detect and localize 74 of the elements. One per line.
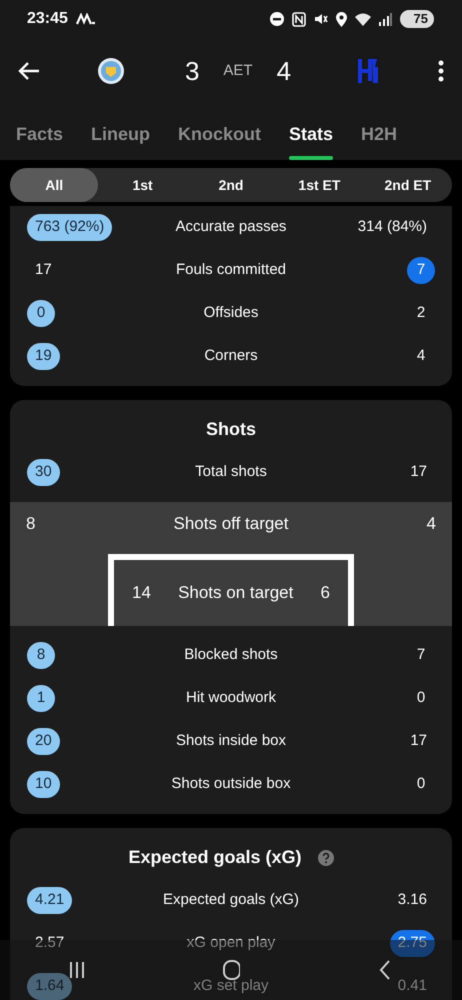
- home-icon: [222, 959, 240, 981]
- notification-icon: [76, 13, 96, 25]
- tab[interactable]: Facts: [16, 115, 64, 160]
- recent-apps-icon: [68, 959, 86, 981]
- stat-value: 0: [27, 300, 55, 327]
- stat-label: xG set play: [192, 976, 270, 996]
- tab[interactable]: H2H: [361, 115, 398, 160]
- stat-value: 6: [320, 582, 330, 604]
- stat-value: 7: [416, 645, 426, 666]
- stat-label: Blocked shots: [183, 645, 279, 666]
- stat-label: Shots off target: [172, 513, 290, 536]
- mute-icon: [314, 12, 328, 26]
- stat-label: Accurate passes: [174, 217, 288, 238]
- stat-value: 17: [409, 462, 428, 482]
- stat-value: 314 (84%): [356, 217, 428, 238]
- stat-value: 0: [416, 688, 426, 708]
- stat-value: 19: [27, 343, 60, 370]
- stat-label: Shots inside box: [174, 731, 288, 752]
- stat-value: 30: [27, 459, 60, 486]
- section-title: Shots: [206, 418, 256, 441]
- tab[interactable]: Lineup: [91, 115, 150, 160]
- stat-value: 1: [27, 685, 55, 712]
- battery-icon: 75: [400, 10, 434, 28]
- stat-value: 4: [426, 513, 436, 536]
- stat-label: Shots on target: [177, 582, 294, 604]
- home-score: 3: [184, 54, 200, 88]
- stat-value: 0: [416, 774, 426, 794]
- tab[interactable]: Stats: [289, 115, 334, 160]
- location-icon: [336, 12, 347, 26]
- stat-value: 4.21: [27, 887, 72, 914]
- stat-value: 2.57: [34, 933, 66, 954]
- stat-value: 10: [27, 771, 60, 798]
- stat-value: 17: [409, 731, 428, 752]
- period-tab[interactable]: 2nd: [186, 168, 276, 202]
- stat-value: 2: [416, 303, 426, 324]
- do-not-disturb-icon: [270, 12, 284, 26]
- stat-value: 3.16: [396, 890, 428, 910]
- stat-label: Corners: [203, 346, 259, 366]
- stat-value: 763 (92%): [27, 214, 112, 241]
- signal-icon: [378, 12, 392, 26]
- period-tab[interactable]: All: [10, 168, 98, 202]
- stat-label: Hit woodwork: [184, 688, 278, 708]
- period-tab[interactable]: 2nd ET: [364, 168, 452, 202]
- stat-value: 14: [132, 582, 151, 604]
- stat-label: Offsides: [202, 303, 260, 324]
- stat-value: 8: [27, 642, 55, 669]
- period-tab[interactable]: 1st ET: [275, 168, 364, 202]
- stat-value: 20: [27, 728, 60, 755]
- stat-value: 7: [407, 257, 435, 284]
- stat-value: 17: [34, 260, 53, 280]
- stat-value: 1.64: [27, 973, 72, 1000]
- stat-value: 4: [416, 346, 426, 366]
- stat-value: 8: [26, 513, 36, 536]
- stat-label: xG open play: [186, 933, 276, 954]
- back-icon: [18, 62, 40, 80]
- period-tab[interactable]: 1st: [98, 168, 187, 202]
- stat-label: Total shots: [194, 462, 268, 482]
- nfc-icon: [292, 12, 306, 26]
- away-score: 4: [276, 54, 292, 88]
- nav-button[interactable]: [222, 959, 240, 981]
- back-button[interactable]: [18, 62, 40, 80]
- section-title: Expected goals (xG): [128, 846, 302, 869]
- team-crest-icon: [96, 57, 125, 85]
- stat-label: Shots outside box: [170, 774, 292, 794]
- stat-label: Fouls committed: [174, 260, 288, 280]
- wifi-icon: [354, 12, 371, 26]
- nav-button[interactable]: [68, 959, 86, 981]
- more-options-button[interactable]: [438, 60, 444, 82]
- stat-label: Expected goals (xG): [162, 890, 300, 910]
- tab[interactable]: Knockout: [178, 115, 262, 160]
- status-time: 23:45: [27, 9, 68, 29]
- more-options-icon: [438, 60, 444, 82]
- stat-value: 0.41: [396, 976, 428, 996]
- match-status: AET: [223, 60, 253, 81]
